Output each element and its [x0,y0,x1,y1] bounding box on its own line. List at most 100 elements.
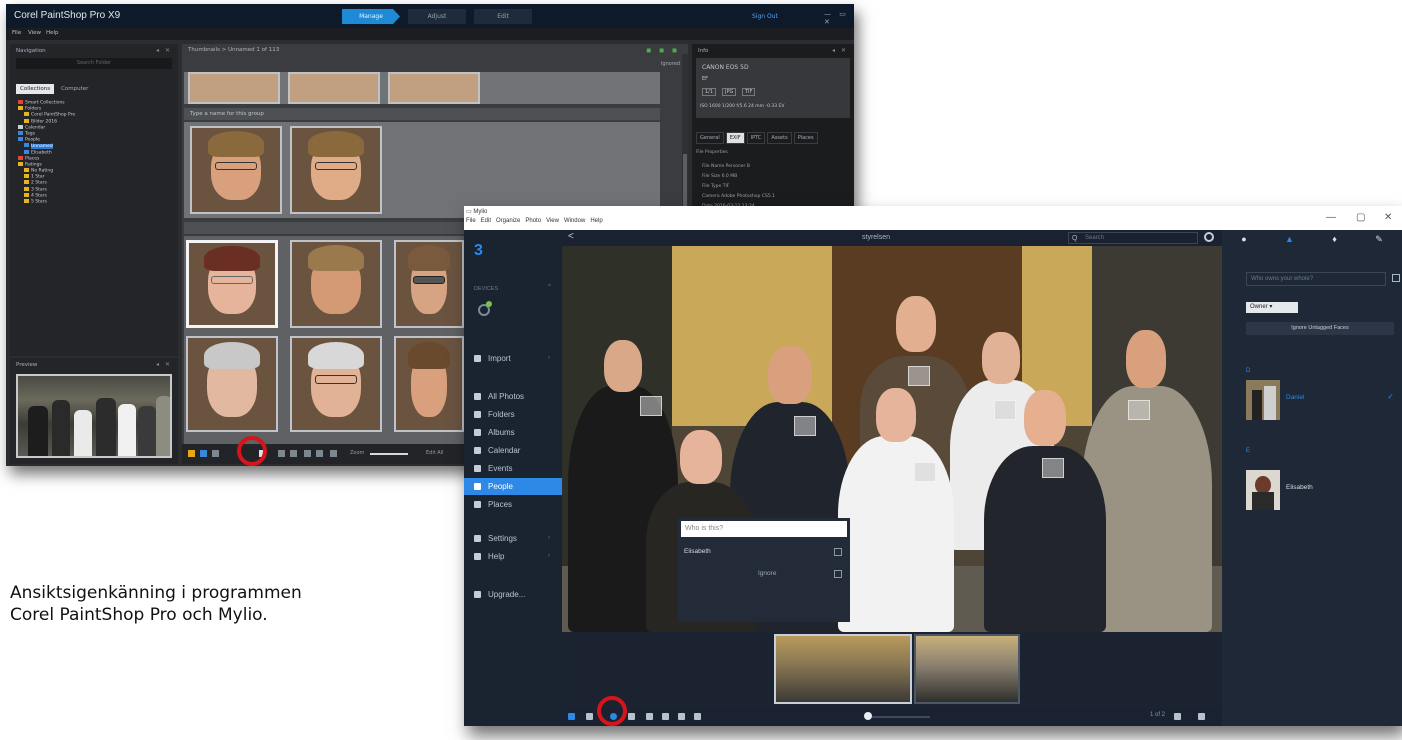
info-close-icon[interactable]: ◂ ✕ [832,47,848,54]
sidebar-item-help[interactable]: Help › [464,548,562,565]
ignore-option[interactable]: Ignore [758,570,776,577]
face-thumbnail[interactable] [290,336,382,432]
face-box[interactable] [1128,400,1150,420]
face-box[interactable] [640,396,662,416]
gear-icon[interactable] [1204,232,1214,242]
sidebar-item-settings[interactable]: Settings › [464,530,562,547]
tab-places[interactable]: Places [793,132,818,144]
confirm-checkbox[interactable] [834,548,842,556]
tag-icon[interactable] [212,450,219,457]
zoom-slider-knob[interactable] [864,712,872,720]
filmstrip-thumbnail-selected[interactable] [774,634,912,704]
sidebar-item-calendar[interactable]: Calendar [464,442,562,459]
sidebar-item-folders[interactable]: Folders [464,406,562,423]
face-thumbnail[interactable] [394,336,464,432]
crop-icon[interactable] [678,713,685,720]
sidebar-item-upgrade[interactable]: Upgrade... [464,586,562,603]
grid-icon[interactable] [1392,274,1400,282]
menu-file[interactable]: File [466,218,476,224]
calendar-icon[interactable] [1174,713,1181,720]
star-icon[interactable] [586,713,593,720]
tab-collections[interactable]: Collections [16,84,55,94]
sidebar-item-albums[interactable]: Albums [464,424,562,441]
tab-computer[interactable]: Computer [57,84,92,94]
ignore-untagged-faces-button[interactable]: Ignore Untagged Faces [1246,322,1394,335]
who-is-this-input[interactable]: Who is this? [681,521,847,537]
face-box[interactable] [908,366,930,386]
face-thumbnail[interactable] [394,240,464,328]
preview-close-icon[interactable]: ◂ ✕ [156,361,172,368]
face-thumbnail[interactable] [186,336,278,432]
tag-icon[interactable] [646,713,653,720]
face-box[interactable] [794,416,816,436]
face-box[interactable] [914,462,936,482]
owner-dropdown[interactable]: Owner ▾ [1246,302,1298,313]
zoom-slider[interactable] [866,716,930,718]
sidebar-item-events[interactable]: Events [464,460,562,477]
tab-iptc[interactable]: IPTC [746,132,766,144]
folder-search-input[interactable]: Search Folder [16,58,172,69]
maximize-icon[interactable]: ▢ [1356,212,1365,223]
minimize-icon[interactable]: — [1326,212,1336,223]
info-panel-icon[interactable] [1198,713,1205,720]
map-pin-icon[interactable]: ♦ [1332,234,1337,244]
back-button[interactable]: < [568,231,574,242]
zoom-in-icon[interactable] [316,450,323,457]
face-thumbnail[interactable] [290,126,382,214]
info-icon[interactable]: ● [1241,234,1246,244]
tree-item[interactable]: 5 Stars [18,199,174,205]
face-thumbnail[interactable] [190,126,282,214]
rotate-right-icon[interactable] [290,450,297,457]
close-icon[interactable]: ✕ [1384,212,1392,223]
rotate-left-icon[interactable] [278,450,285,457]
rotate-icon[interactable] [628,713,635,720]
devices-chevron-icon[interactable]: ^ [548,284,551,290]
delete-icon[interactable] [330,450,337,457]
menu-help[interactable]: Help [46,30,59,36]
ignore-checkbox[interactable] [834,570,842,578]
tab-exif[interactable]: EXIF [725,132,745,144]
menu-photo[interactable]: Photo [525,218,541,224]
zoom-out-icon[interactable] [304,450,311,457]
search-input[interactable]: Q Search [1068,232,1198,244]
sign-out-link[interactable]: Sign Out [752,13,778,20]
menu-view[interactable]: View [28,30,41,36]
sidebar-item-places[interactable]: Places [464,496,562,513]
corel-window-controls[interactable]: — ▭ ✕ [824,10,854,26]
panel-toggle-icon[interactable] [568,713,575,720]
sidebar-item-all-photos[interactable]: All Photos [464,388,562,405]
sidebar-item-import[interactable]: Import › [464,350,562,367]
folder-icon[interactable] [188,450,195,457]
tab-general[interactable]: General [696,132,724,144]
face-thumbnail[interactable] [290,240,382,328]
filmstrip-thumbnail[interactable] [914,634,1020,704]
sidebar-item-people[interactable]: People [464,478,562,495]
delete-icon[interactable] [694,713,701,720]
tab-adjust[interactable]: Adjust [408,9,466,24]
tab-edit[interactable]: Edit [474,9,532,24]
owner-name-input[interactable]: Who owns your whole? [1246,272,1386,286]
zoom-slider[interactable] [370,453,408,455]
group-name-field[interactable]: Type a name for this group [184,108,660,120]
menu-help[interactable]: Help [590,218,602,224]
face-thumbnail[interactable] [188,72,280,104]
people-icon[interactable]: ▲ [1285,234,1294,244]
menu-window[interactable]: Window [564,218,585,224]
edit-all-label[interactable]: Edit All [426,450,443,456]
face-box[interactable] [1042,458,1064,478]
name-suggestion[interactable]: Elisabeth [684,548,711,555]
edit-icon[interactable]: ✎ [1375,234,1383,245]
person-row-elisabeth[interactable]: Elisabeth [1246,470,1394,510]
menu-organize[interactable]: Organize [496,218,520,224]
tab-manage[interactable]: Manage [342,9,400,24]
ignored-filter[interactable]: Ignored [661,61,680,67]
tab-assets[interactable]: Assets [767,132,792,144]
panel-close-icon[interactable]: ◂ ✕ [156,47,172,54]
menu-view[interactable]: View [546,218,559,224]
face-thumbnail[interactable] [288,72,380,104]
collection-icon[interactable] [200,450,207,457]
flag-icon[interactable] [662,713,669,720]
view-mode-icons[interactable]: ◼ ◼ ◼ [646,47,680,54]
face-box[interactable] [994,400,1016,420]
face-thumbnail[interactable] [388,72,480,104]
